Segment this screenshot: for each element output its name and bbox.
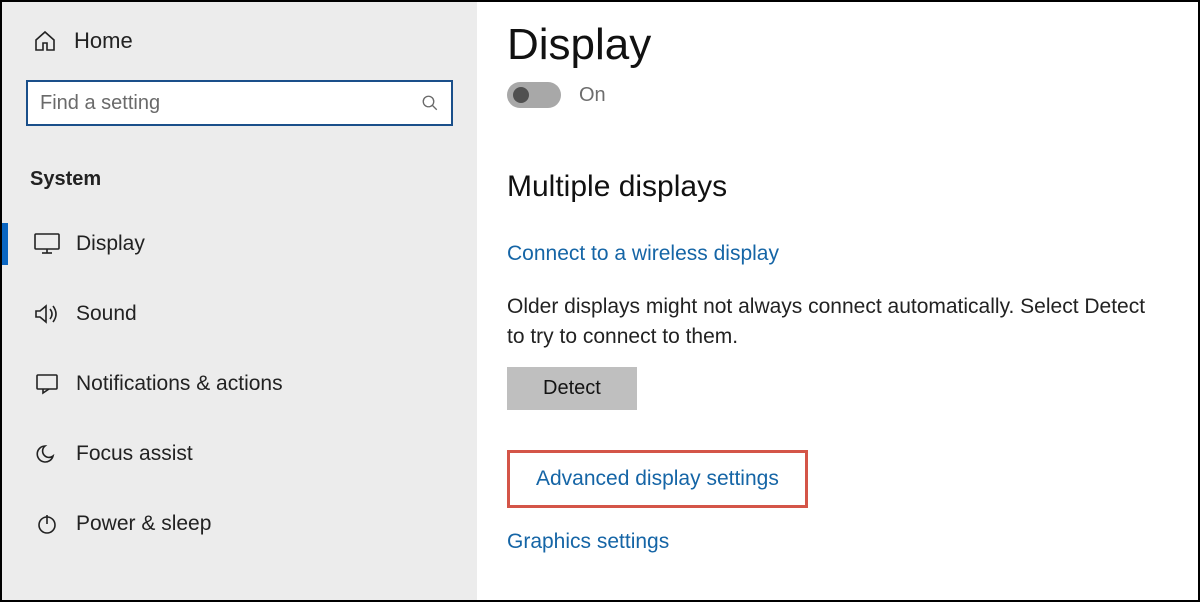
sidebar-item-label: Power & sleep xyxy=(76,512,211,536)
toggle-knob xyxy=(513,87,529,103)
home-icon xyxy=(30,29,60,53)
power-icon xyxy=(32,512,62,536)
sidebar-item-label: Notifications & actions xyxy=(76,372,283,396)
sidebar-item-focus-assist[interactable]: Focus assist xyxy=(2,419,477,489)
sound-icon xyxy=(32,303,62,325)
notifications-icon xyxy=(32,373,62,395)
graphics-settings-link[interactable]: Graphics settings xyxy=(507,530,669,554)
main-content: Display On Multiple displays Connect to … xyxy=(477,2,1198,600)
older-displays-text: Older displays might not always connect … xyxy=(507,292,1167,353)
search-box[interactable] xyxy=(26,80,453,126)
advanced-display-settings-link[interactable]: Advanced display settings xyxy=(536,467,779,491)
sidebar-item-label: Focus assist xyxy=(76,442,193,466)
search-container xyxy=(26,80,453,126)
settings-window: Home System Display xyxy=(0,0,1200,602)
nav-list: Display Sound Notifications & actions xyxy=(2,209,477,559)
focus-assist-icon xyxy=(32,442,62,466)
graphics-link-row: Graphics settings xyxy=(507,530,1170,554)
sidebar-item-power-sleep[interactable]: Power & sleep xyxy=(2,489,477,559)
page-title: Display xyxy=(507,20,1170,70)
home-label: Home xyxy=(74,28,133,54)
sidebar-item-label: Display xyxy=(76,232,145,256)
display-toggle[interactable] xyxy=(507,82,561,108)
sidebar-item-label: Sound xyxy=(76,302,137,326)
connect-wireless-link[interactable]: Connect to a wireless display xyxy=(507,242,779,266)
search-input[interactable] xyxy=(40,92,421,115)
category-label: System xyxy=(30,168,477,191)
display-icon xyxy=(32,233,62,255)
advanced-link-highlight: Advanced display settings xyxy=(507,450,808,508)
sidebar-item-notifications[interactable]: Notifications & actions xyxy=(2,349,477,419)
search-icon xyxy=(421,94,439,112)
toggle-row: On xyxy=(507,82,1170,108)
sidebar: Home System Display xyxy=(2,2,477,600)
detect-button[interactable]: Detect xyxy=(507,367,637,410)
home-nav[interactable]: Home xyxy=(2,20,477,66)
sidebar-item-display[interactable]: Display xyxy=(2,209,477,279)
toggle-label: On xyxy=(579,84,606,107)
sidebar-item-sound[interactable]: Sound xyxy=(2,279,477,349)
wireless-link-row: Connect to a wireless display xyxy=(507,242,1170,266)
detect-row: Detect xyxy=(507,367,1170,410)
section-heading: Multiple displays xyxy=(507,170,1170,204)
